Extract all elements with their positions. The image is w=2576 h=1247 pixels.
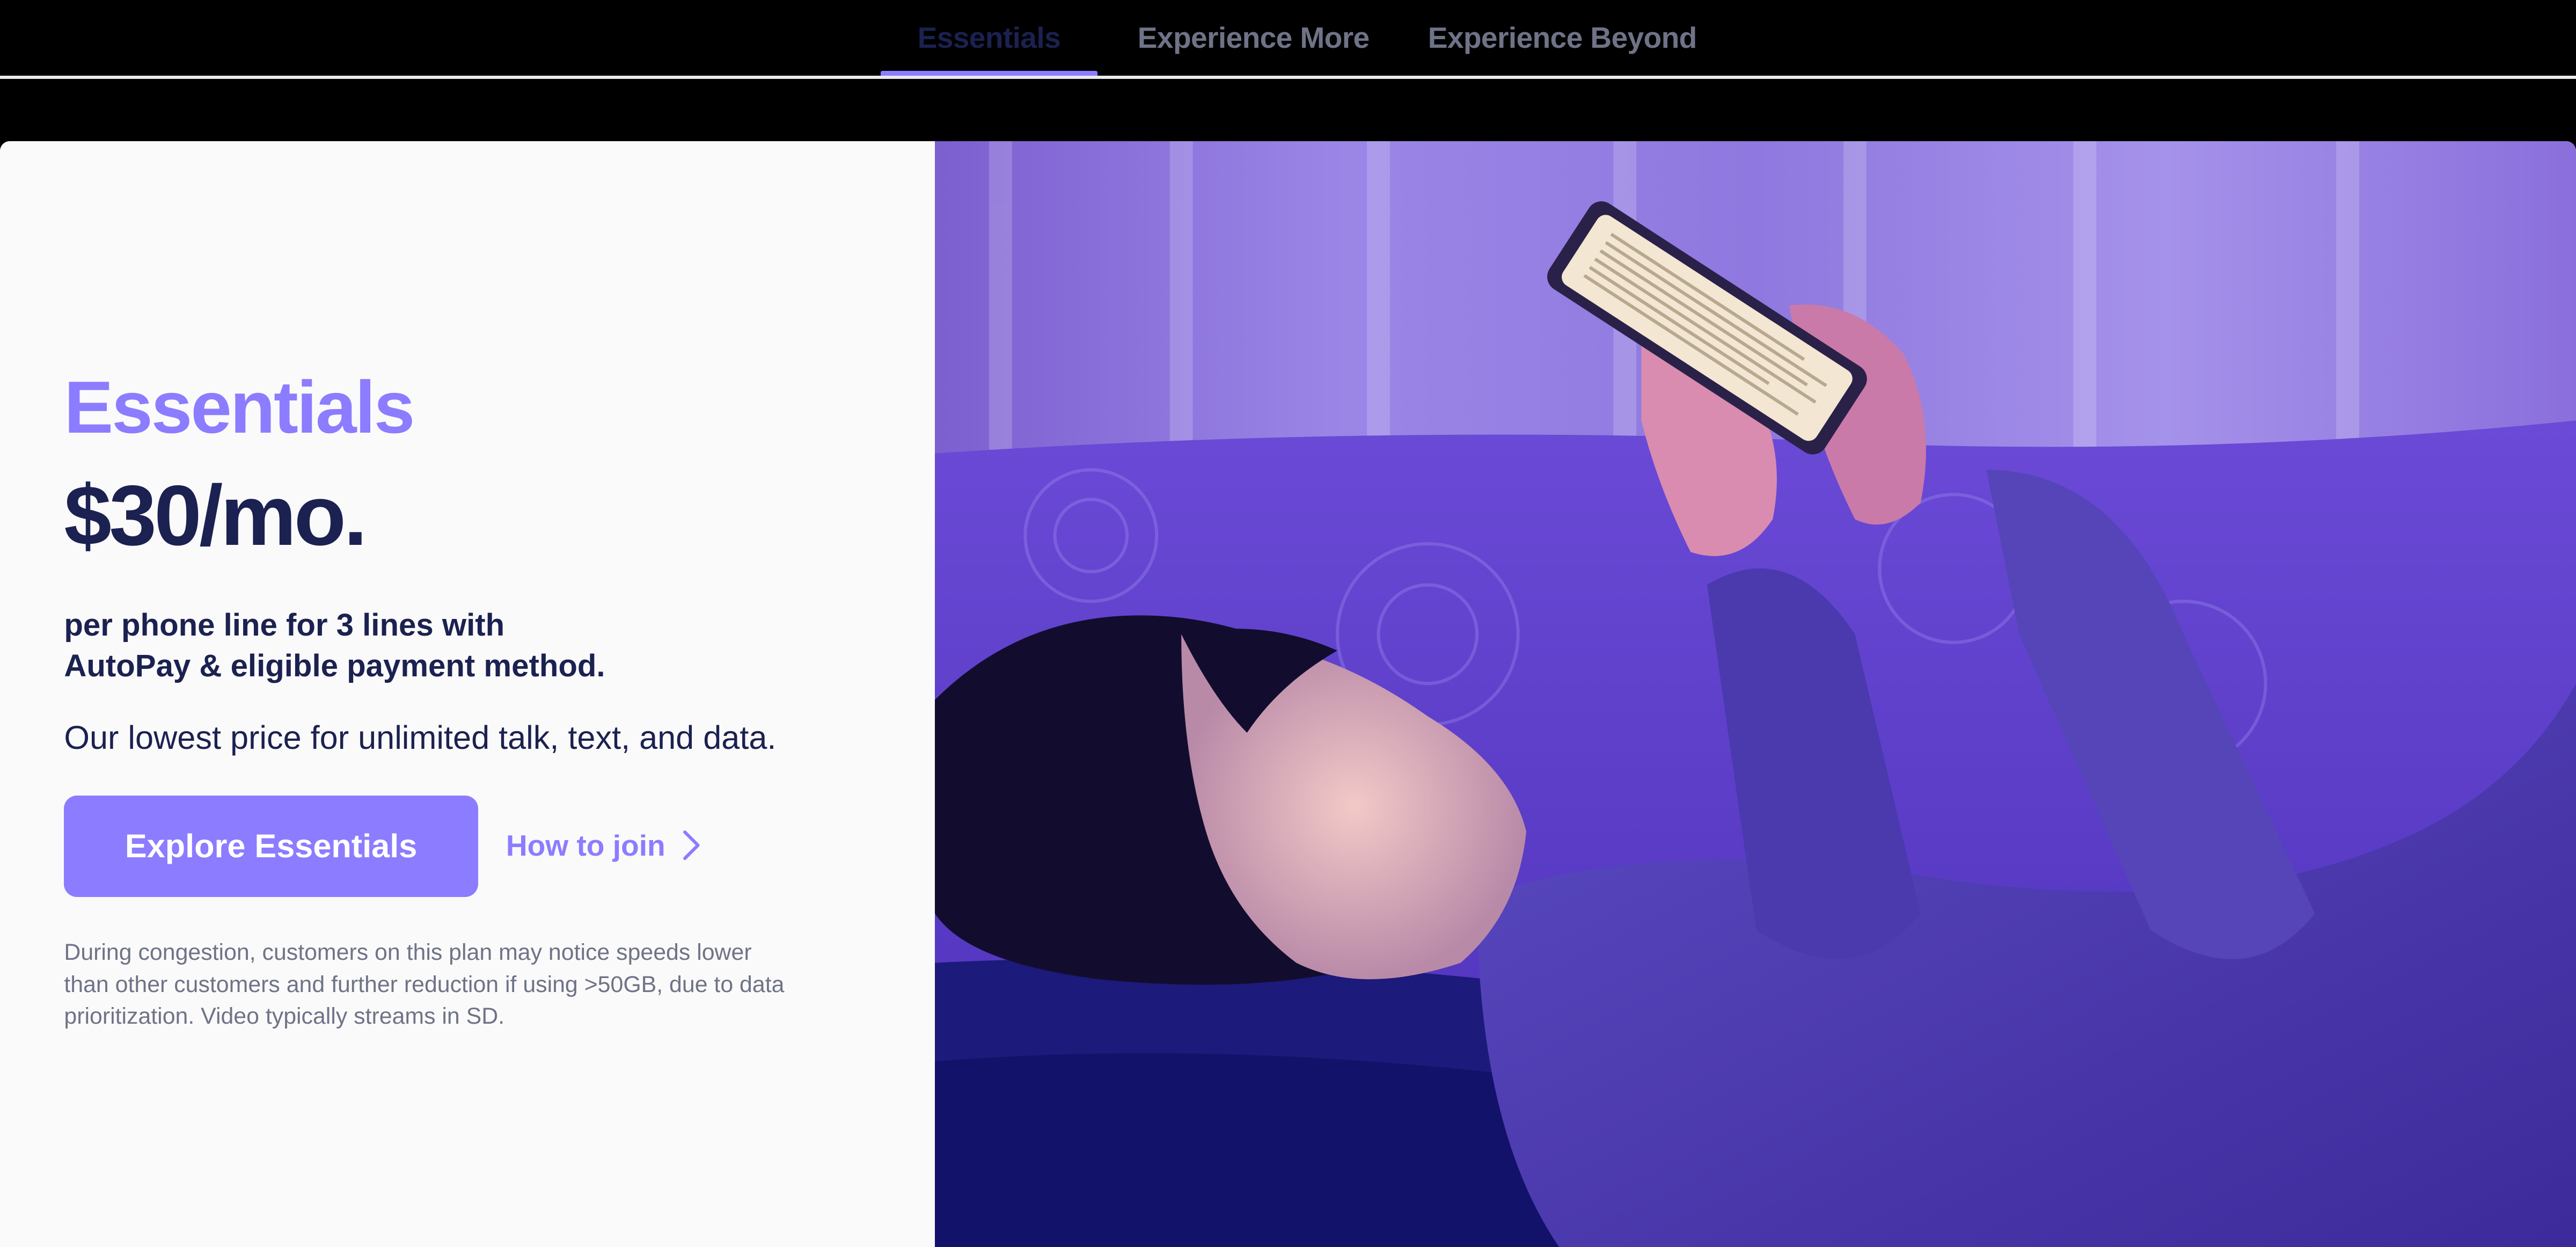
speed-disclaimer: During congestion, customers on this pla… (64, 939, 785, 1030)
tab-label: Essentials (917, 21, 1061, 55)
photo-person-reading-phone-icon (934, 141, 2576, 1247)
plan-price: $30/mo. (64, 468, 367, 564)
plan-description: Our lowest price for unlimited talk, tex… (64, 719, 777, 756)
how-to-join-link[interactable]: How to join (506, 828, 701, 863)
tab-label: Experience Beyond (1428, 21, 1697, 55)
plan-name: Essentials (64, 366, 415, 449)
tab-experience-more[interactable]: Experience More (1124, 0, 1384, 76)
tab-label: Experience More (1137, 21, 1370, 55)
plan-info-panel: Essentials $30/mo. per phone line for 3 … (0, 141, 935, 1247)
tabs-divider (0, 75, 2576, 79)
tab-experience-beyond[interactable]: Experience Beyond (1416, 0, 1709, 76)
price-qualifier-line: AutoPay & eligible payment method. (64, 648, 605, 684)
plan-card: Essentials $30/mo. per phone line for 3 … (0, 141, 2576, 1247)
how-to-join-label: How to join (506, 828, 665, 862)
chevron-right-icon (682, 829, 701, 862)
tab-essentials[interactable]: Essentials (880, 0, 1097, 79)
price-qualifier: per phone line for 3 lines with AutoPay … (64, 605, 787, 687)
price-qualifier-line: per phone line for 3 lines with (64, 607, 505, 643)
plan-tabs: Essentials Experience More Experience Be… (0, 0, 2576, 81)
explore-essentials-button[interactable]: Explore Essentials (64, 795, 478, 898)
hero-photo (934, 141, 2576, 1247)
